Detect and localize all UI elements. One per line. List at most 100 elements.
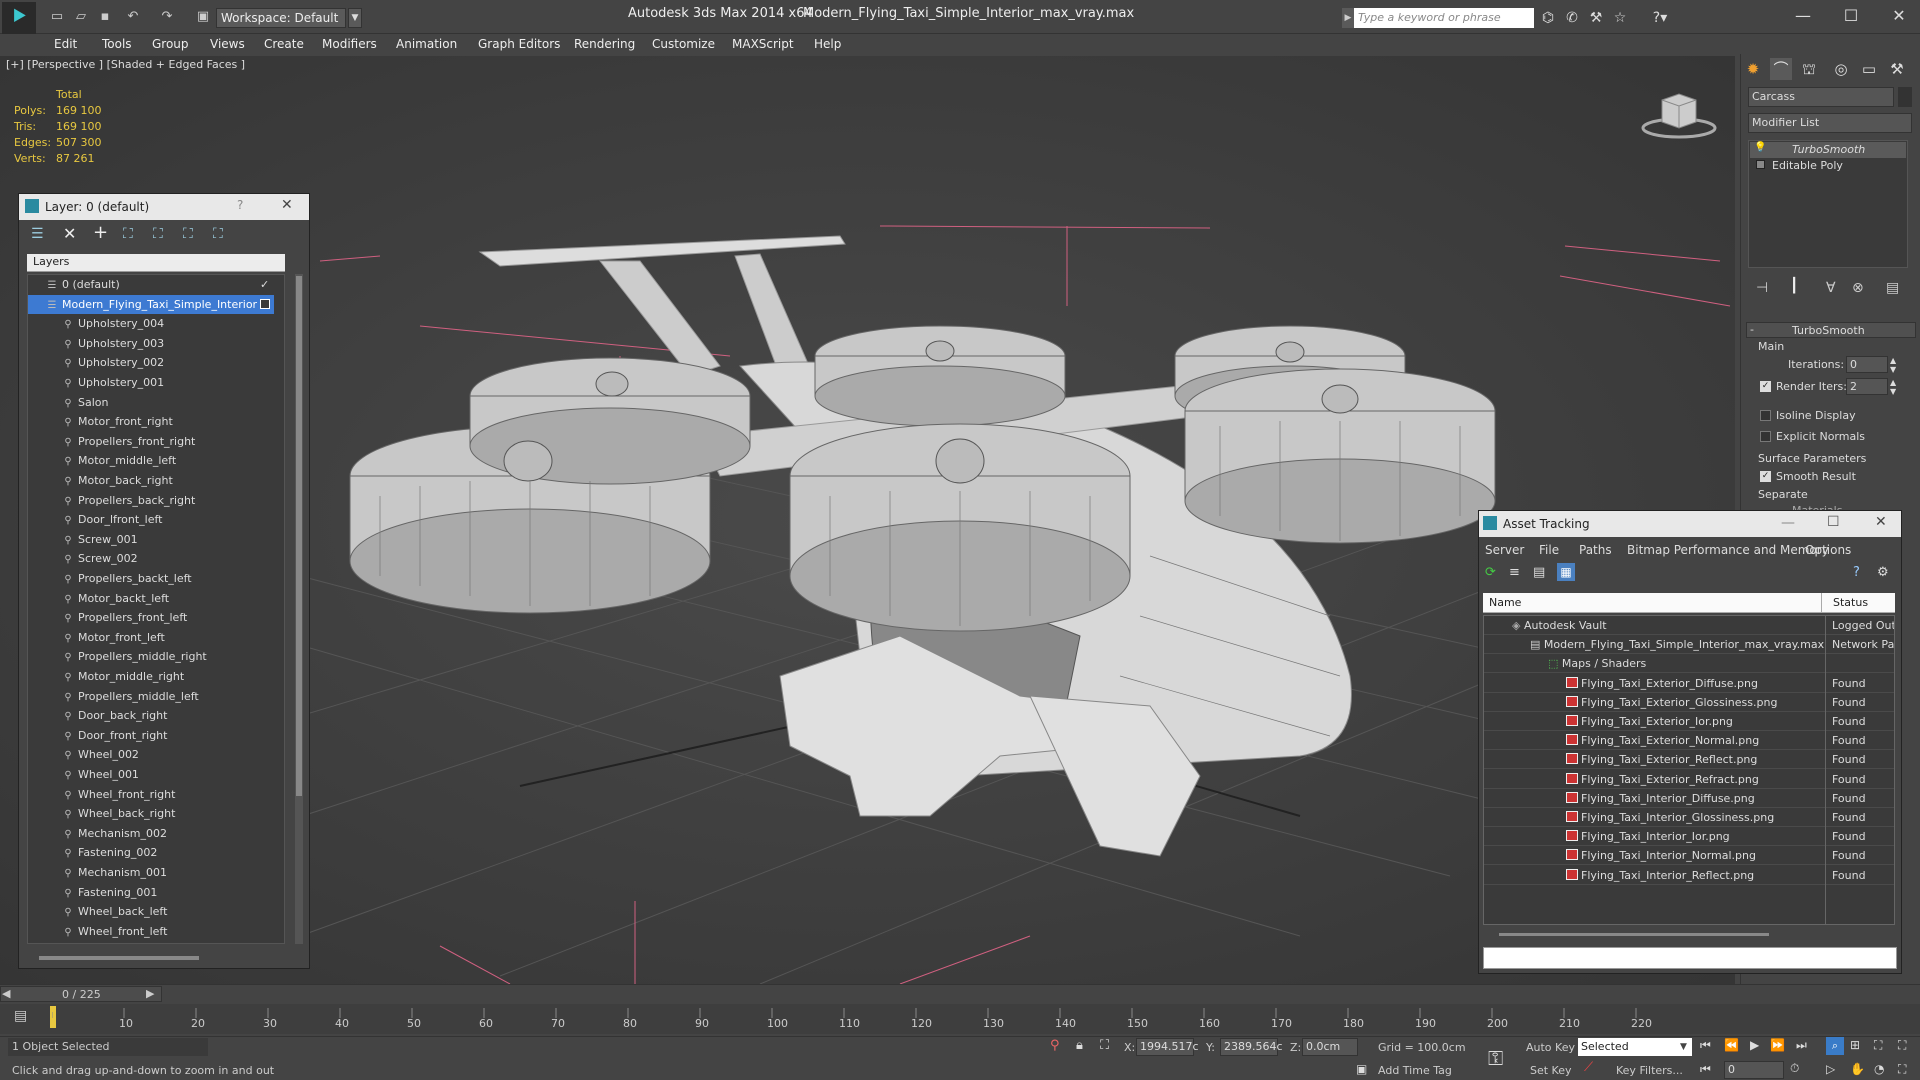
- save-file-icon[interactable]: ▪: [96, 8, 114, 26]
- asset-col-status[interactable]: Status: [1833, 596, 1868, 609]
- make-unique-icon[interactable]: ∀: [1826, 280, 1836, 296]
- absolute-mode-icon[interactable]: ⛶: [1100, 1038, 1109, 1053]
- layer-row[interactable]: ⚲ Motor_middle_right: [28, 667, 274, 686]
- layer-row[interactable]: ⚲ Door_back_right: [28, 706, 274, 725]
- menu-modifiers[interactable]: Modifiers: [322, 34, 377, 54]
- layer-row[interactable]: ☰ 0 (default) ✓: [28, 275, 274, 294]
- iterations-spinner-arrows-icon[interactable]: ▲ ▼: [1890, 356, 1896, 374]
- z-coord-field[interactable]: 0.0cm: [1302, 1038, 1358, 1056]
- menu-help[interactable]: Help: [814, 34, 841, 54]
- search-expand-icon[interactable]: ▶: [1342, 8, 1354, 28]
- help-icon[interactable]: ?▾: [1646, 8, 1674, 28]
- set-key-button[interactable]: Set Key: [1530, 1064, 1572, 1077]
- asset-minimize-icon[interactable]: —: [1781, 515, 1795, 531]
- go-to-start-icon[interactable]: ⏮: [1700, 1038, 1711, 1053]
- stack-item-turbosmooth[interactable]: TurboSmooth: [1792, 143, 1865, 156]
- layer-row[interactable]: ⚲ Wheel_back_left: [28, 902, 274, 921]
- selection-lock-icon[interactable]: 🔒︎: [1076, 1038, 1083, 1053]
- selected-set-dropdown[interactable]: Selected: [1578, 1038, 1692, 1056]
- zoom-all-icon[interactable]: ⊞: [1850, 1038, 1860, 1052]
- y-coord-field[interactable]: 2389.564c: [1220, 1038, 1283, 1056]
- asset-row[interactable]: Flying_Taxi_Interior_Diffuse.png Found: [1484, 789, 1894, 808]
- zoom-icon[interactable]: ⌕: [1826, 1037, 1844, 1055]
- asset-row[interactable]: Flying_Taxi_Interior_Normal.png Found: [1484, 846, 1894, 866]
- asset-col-name[interactable]: Name: [1489, 596, 1521, 609]
- rollout-collapse-icon[interactable]: -: [1750, 323, 1754, 336]
- asset-path-field[interactable]: [1483, 947, 1897, 969]
- layer-row[interactable]: ⚲ Wheel_front_left: [28, 922, 274, 941]
- asset-col-divider[interactable]: [1821, 593, 1822, 613]
- layer-row[interactable]: ⚲ Door_front_right: [28, 726, 274, 745]
- field-of-view-icon[interactable]: ▷: [1826, 1062, 1835, 1076]
- asset-menu-bitmap-performance[interactable]: Bitmap Performance and Memory: [1627, 541, 1829, 559]
- menu-maxscript[interactable]: MAXScript: [732, 34, 794, 54]
- layer-row[interactable]: ⚲ Door_lfront_left: [28, 510, 274, 529]
- layer-row[interactable]: ⚲ Wheel_002: [28, 745, 274, 764]
- render-iters-spinner[interactable]: 2: [1846, 378, 1888, 395]
- isoline-checkbox[interactable]: [1760, 410, 1771, 421]
- create-tab-icon[interactable]: ✹: [1742, 58, 1764, 80]
- zoom-extents-all-icon[interactable]: ⛶: [1898, 1038, 1906, 1053]
- asset-menu-server[interactable]: Server: [1485, 541, 1524, 559]
- binoculars-icon[interactable]: ⌬: [1538, 8, 1558, 28]
- minimize-icon[interactable]: —: [1788, 4, 1818, 28]
- hierarchy-tab-icon[interactable]: ⛫: [1798, 58, 1820, 80]
- layer-row[interactable]: ⚲ Propellers_front_right: [28, 432, 274, 451]
- search-input[interactable]: Type a keyword or phrase: [1354, 8, 1534, 28]
- layer-row[interactable]: ⚲ Upholstery_004: [28, 314, 274, 333]
- current-layer-check-icon[interactable]: ✓: [260, 275, 269, 294]
- layer-row[interactable]: ⚲ Propellers_front_left: [28, 608, 274, 627]
- communication-center-icon[interactable]: ✆: [1562, 8, 1582, 28]
- app-logo-icon[interactable]: ⯈: [2, 2, 36, 34]
- time-slider-right-icon[interactable]: ▶: [146, 987, 154, 1000]
- asset-row[interactable]: Flying_Taxi_Interior_Reflect.png Found: [1484, 866, 1894, 885]
- configure-modifier-sets-icon[interactable]: ▤: [1886, 280, 1899, 296]
- pin-stack-icon[interactable]: ⊣: [1756, 280, 1768, 296]
- menu-graph-editors[interactable]: Graph Editors: [478, 34, 560, 54]
- layer-row[interactable]: ⚲ Screw_001: [28, 530, 274, 549]
- layer-help-icon[interactable]: ?: [237, 198, 243, 212]
- time-tag-icon[interactable]: ▣: [1356, 1062, 1367, 1076]
- key-filters-button[interactable]: Key Filters...: [1616, 1064, 1683, 1077]
- asset-row[interactable]: Flying_Taxi_Interior_Glossiness.png Found: [1484, 808, 1894, 827]
- set-current-layer-box[interactable]: [260, 298, 270, 309]
- asset-row[interactable]: Flying_Taxi_Exterior_Glossiness.png Found: [1484, 693, 1894, 712]
- asset-row[interactable]: Flying_Taxi_Exterior_Reflect.png Found: [1484, 750, 1894, 770]
- layer-row[interactable]: ⚲ Wheel_back_right: [28, 804, 274, 823]
- layer-window-title[interactable]: Layer: 0 (default): [19, 194, 309, 220]
- menu-create[interactable]: Create: [264, 34, 304, 54]
- layer-row[interactable]: ⚲ Upholstery_002: [28, 353, 274, 372]
- undo-icon[interactable]: ↶: [124, 8, 142, 26]
- utilities-tab-icon[interactable]: ⚒: [1886, 58, 1908, 80]
- viewport-label[interactable]: [+] [Perspective ] [Shaded + Edged Faces…: [6, 58, 245, 71]
- show-end-result-icon[interactable]: ┃: [1790, 278, 1798, 294]
- layer-row[interactable]: ⚲ Upholstery_003: [28, 334, 274, 353]
- redo-icon[interactable]: ↷: [158, 8, 176, 26]
- subscription-icon[interactable]: ⚒: [1586, 8, 1606, 28]
- explicit-normals-checkbox[interactable]: [1760, 431, 1771, 442]
- menu-edit[interactable]: Edit: [54, 34, 77, 54]
- menu-rendering[interactable]: Rendering: [574, 34, 635, 54]
- select-in-layer-icon[interactable]: ⛶: [123, 226, 133, 242]
- delete-layer-icon[interactable]: ✕: [63, 224, 76, 243]
- list-view-icon[interactable]: ≡: [1509, 565, 1520, 580]
- layers-column-header[interactable]: Layers: [33, 255, 69, 268]
- time-configuration-icon[interactable]: ⏱: [1790, 1061, 1799, 1076]
- maximize-icon[interactable]: ☐: [1836, 4, 1866, 28]
- stack-item-editable-poly[interactable]: Editable Poly: [1772, 159, 1843, 172]
- asset-menu-paths[interactable]: Paths: [1579, 541, 1612, 559]
- pan-view-icon[interactable]: ✋: [1850, 1062, 1865, 1076]
- selected-set-chevron-down-icon[interactable]: ▼: [1680, 1038, 1687, 1056]
- open-file-icon[interactable]: ▱: [72, 8, 90, 26]
- add-to-layer-icon[interactable]: +: [93, 222, 108, 243]
- layer-row[interactable]: ⚲ Salon: [28, 393, 274, 412]
- layer-row[interactable]: ⚲ Motor_middle_left: [28, 451, 274, 470]
- menu-group[interactable]: Group: [152, 34, 189, 54]
- asset-row[interactable]: Flying_Taxi_Exterior_Refract.png Found: [1484, 770, 1894, 789]
- create-layer-icon[interactable]: ☰: [31, 226, 44, 242]
- asset-menu-options[interactable]: Options: [1805, 541, 1851, 559]
- key-mode-toggle-icon[interactable]: ⏮: [1700, 1062, 1711, 1077]
- asset-help-icon[interactable]: ?: [1853, 565, 1860, 580]
- freeze-all-layers-icon[interactable]: ⛶: [213, 226, 223, 242]
- modifier-list-dropdown[interactable]: Modifier List: [1748, 113, 1912, 133]
